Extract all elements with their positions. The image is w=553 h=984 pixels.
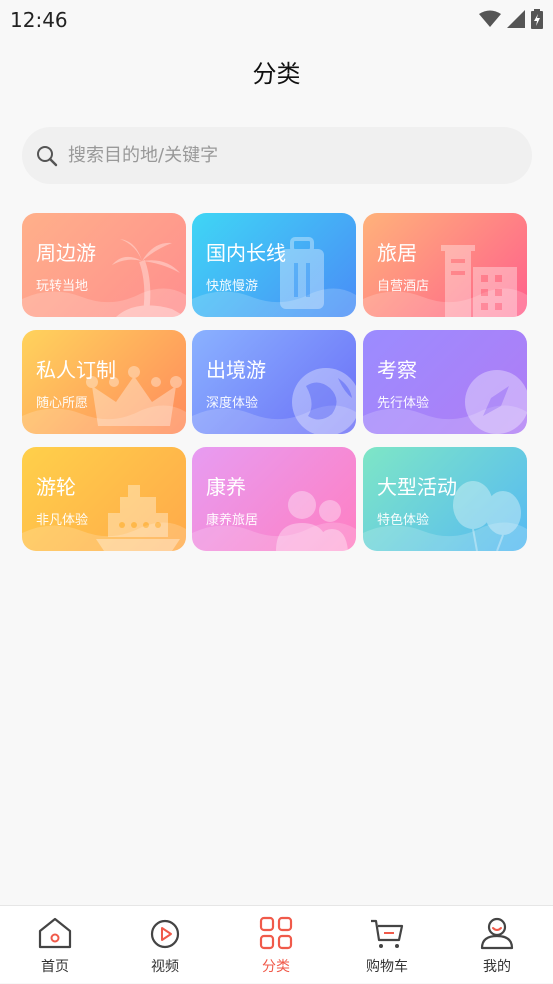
category-subtitle: 随心所愿 bbox=[36, 396, 89, 411]
status-bar: 12:46 bbox=[0, 0, 553, 38]
tab-category-label: 分类 bbox=[262, 959, 290, 975]
category-subtitle: 快旅慢游 bbox=[206, 279, 259, 294]
category-card[interactable]: 大型活动 特色体验 bbox=[363, 447, 527, 551]
search-icon bbox=[37, 145, 58, 166]
category-subtitle: 特色体验 bbox=[377, 513, 430, 528]
category-label: 康养 bbox=[206, 475, 246, 499]
category-card[interactable]: 私人订制 随心所愿 bbox=[22, 330, 186, 434]
search-bar[interactable] bbox=[22, 127, 532, 184]
tab-video-label: 视频 bbox=[151, 959, 179, 975]
status-time: 12:46 bbox=[10, 8, 68, 32]
search-input[interactable] bbox=[66, 144, 510, 167]
home-icon bbox=[38, 917, 72, 949]
tab-me[interactable]: 我的 bbox=[442, 906, 552, 984]
category-label: 国内长线 bbox=[206, 241, 286, 265]
people-icon bbox=[276, 491, 348, 551]
page-title: 分类 bbox=[252, 60, 301, 88]
category-subtitle: 先行体验 bbox=[377, 396, 430, 411]
category-label: 出境游 bbox=[206, 358, 266, 382]
category-card[interactable]: 国内长线 快旅慢游 bbox=[192, 213, 356, 317]
play-icon bbox=[150, 919, 180, 949]
tab-video[interactable]: 视频 bbox=[110, 906, 220, 984]
category-label: 旅居 bbox=[377, 241, 417, 265]
category-subtitle: 自营酒店 bbox=[377, 279, 430, 294]
status-icons bbox=[479, 8, 543, 30]
category-subtitle: 康养旅居 bbox=[206, 513, 259, 528]
category-card[interactable]: 出境游 深度体验 bbox=[192, 330, 356, 434]
category-card[interactable]: 旅居 自营酒店 bbox=[363, 213, 527, 317]
category-subtitle: 非凡体验 bbox=[36, 513, 89, 528]
tab-home[interactable]: 首页 bbox=[0, 906, 110, 984]
cart-icon bbox=[371, 919, 404, 948]
category-subtitle: 玩转当地 bbox=[36, 279, 89, 294]
category-card[interactable]: 游轮 非凡体验 bbox=[22, 447, 186, 551]
ship-icon bbox=[96, 485, 180, 551]
category-card[interactable]: 考察 先行体验 bbox=[363, 330, 527, 434]
tab-home-label: 首页 bbox=[41, 959, 69, 975]
compass-icon bbox=[465, 370, 527, 434]
tab-bar: 首页 视频 分类 购物车 我的 bbox=[0, 905, 553, 983]
category-label: 考察 bbox=[377, 358, 417, 382]
user-icon bbox=[480, 917, 514, 950]
wifi-icon bbox=[479, 10, 501, 27]
category-card[interactable]: 康养 康养旅居 bbox=[192, 447, 356, 551]
tab-cart[interactable]: 购物车 bbox=[332, 906, 442, 984]
battery-icon bbox=[531, 9, 543, 29]
signal-icon bbox=[507, 10, 525, 28]
tab-category[interactable]: 分类 bbox=[221, 906, 331, 984]
category-label: 游轮 bbox=[36, 475, 76, 499]
category-subtitle: 深度体验 bbox=[206, 396, 259, 411]
tab-cart-label: 购物车 bbox=[366, 959, 408, 975]
grid-icon bbox=[259, 916, 293, 950]
category-card[interactable]: 周边游 玩转当地 bbox=[22, 213, 186, 317]
building-icon bbox=[441, 245, 517, 317]
category-label: 私人订制 bbox=[36, 358, 116, 382]
category-label: 大型活动 bbox=[377, 475, 457, 499]
category-label: 周边游 bbox=[36, 241, 96, 265]
tab-me-label: 我的 bbox=[483, 959, 511, 975]
